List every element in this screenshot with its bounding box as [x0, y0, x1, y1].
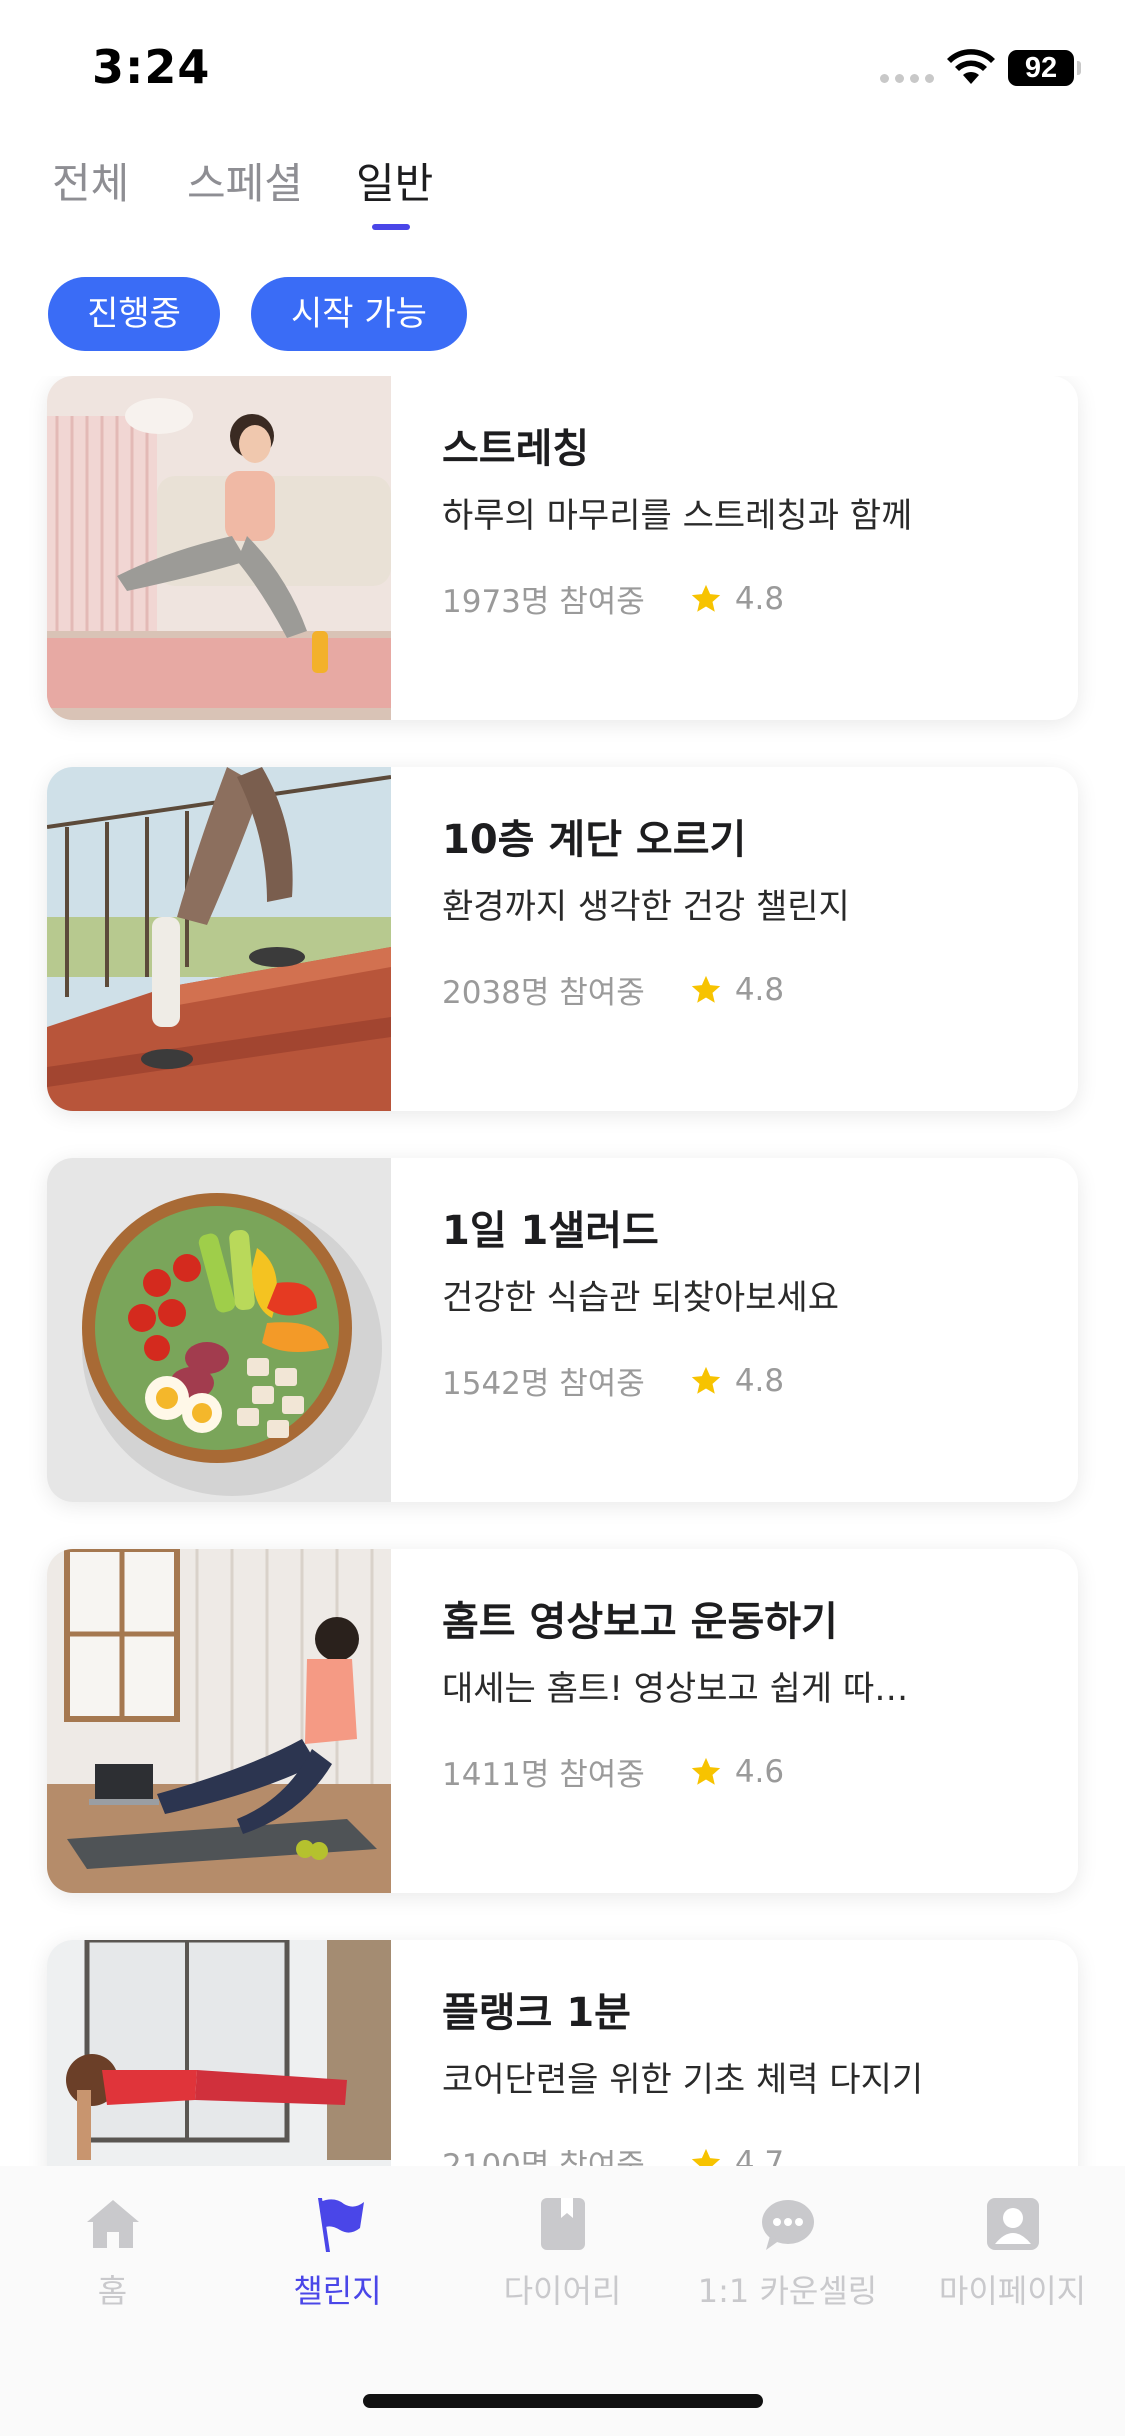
- challenge-meta: 1973명 참여중 4.8: [442, 576, 784, 621]
- flag-icon: [317, 2198, 364, 2252]
- star-icon: [691, 2148, 720, 2166]
- nav-counseling[interactable]: 1:1 카운셀링: [675, 2194, 900, 2312]
- tab-general[interactable]: 일반: [356, 150, 476, 230]
- chat-icon: [761, 2200, 814, 2250]
- tab-all[interactable]: 전체: [52, 150, 187, 230]
- home-icon: [86, 2200, 139, 2248]
- category-tabs: 전체 스페셜 일반: [52, 150, 476, 230]
- rating-value: 4.7: [734, 2144, 785, 2167]
- nav-challenge[interactable]: 챌린지: [225, 2194, 450, 2312]
- nav-diary[interactable]: 다이어리: [450, 2194, 675, 2312]
- nav-home-label: 홈: [97, 2272, 128, 2310]
- nav-home[interactable]: 홈: [0, 2194, 225, 2312]
- battery-icon: 92: [1008, 50, 1074, 86]
- challenge-card[interactable]: 플랭크 1분 코어단련을 위한 기초 체력 다지기 2100명 참여중 4.7: [47, 1940, 1078, 2166]
- salad-photo: [47, 1158, 391, 1502]
- participant-count: 1973명 참여중: [442, 584, 645, 620]
- challenge-subtitle: 코어단련을 위한 기초 체력 다지기: [442, 2060, 924, 2100]
- status-time: 3:24: [92, 40, 211, 94]
- participant-count: 1542명 참여중: [442, 1366, 645, 1402]
- home-indicator: [363, 2394, 763, 2408]
- challenge-title: 홈트 영상보고 운동하기: [442, 1599, 838, 1645]
- challenge-card[interactable]: 스트레칭 하루의 마무리를 스트레칭과 함께 1973명 참여중 4.8: [47, 376, 1078, 720]
- rating-value: 4.6: [734, 1753, 785, 1790]
- status-bar: 3:24 92: [0, 0, 1125, 140]
- nav-mypage[interactable]: 마이페이지: [900, 2194, 1125, 2312]
- diary-icon: [540, 2198, 585, 2250]
- tab-selected-indicator: [372, 224, 410, 230]
- challenge-title: 플랭크 1분: [442, 1990, 631, 2036]
- tab-special[interactable]: 스페셜: [187, 150, 356, 230]
- rating-value: 4.8: [734, 580, 785, 617]
- challenge-subtitle: 대세는 홈트! 영상보고 쉽게 따…: [442, 1669, 909, 1709]
- stretching-photo: [47, 376, 391, 720]
- challenge-meta: 1542명 참여중 4.8: [442, 1358, 784, 1403]
- star-icon: [691, 1366, 720, 1394]
- filter-available-chip[interactable]: 시작 가능: [251, 277, 467, 351]
- nav-diary-label: 다이어리: [503, 2272, 622, 2310]
- challenge-title: 10층 계단 오르기: [442, 817, 747, 863]
- challenge-card[interactable]: 홈트 영상보고 운동하기 대세는 홈트! 영상보고 쉽게 따… 1411명 참여…: [47, 1549, 1078, 1893]
- challenge-subtitle: 하루의 마무리를 스트레칭과 함께: [442, 496, 913, 536]
- challenge-subtitle: 건강한 식습관 되찾아보세요: [442, 1278, 839, 1318]
- nav-challenge-label: 챌린지: [293, 2272, 382, 2310]
- rating-value: 4.8: [734, 971, 785, 1008]
- star-icon: [691, 584, 720, 612]
- star-icon: [691, 1757, 720, 1785]
- participant-count: 1411명 참여중: [442, 1757, 645, 1793]
- challenge-meta: 2038명 참여중 4.8: [442, 967, 784, 1012]
- challenge-meta: 1411명 참여중 4.6: [442, 1749, 784, 1794]
- challenge-title: 1일 1샐러드: [442, 1208, 659, 1254]
- star-icon: [691, 975, 720, 1003]
- filter-chips: 진행중 시작 가능: [48, 277, 467, 351]
- plank-photo: [47, 1940, 391, 2166]
- challenge-card[interactable]: 10층 계단 오르기 환경까지 생각한 건강 챌린지 2038명 참여중 4.8: [47, 767, 1078, 1111]
- home-workout-photo: [47, 1549, 391, 1893]
- battery-tip: [1077, 61, 1081, 75]
- stairs-photo: [47, 767, 391, 1111]
- rating-value: 4.8: [734, 1362, 785, 1399]
- challenge-card[interactable]: 1일 1샐러드 건강한 식습관 되찾아보세요 1542명 참여중 4.8: [47, 1158, 1078, 1502]
- nav-counseling-label: 1:1 카운셀링: [697, 2272, 878, 2310]
- wifi-icon: [947, 49, 995, 84]
- participant-count: 2038명 참여중: [442, 975, 645, 1011]
- participant-count: 2100명 참여중: [442, 2148, 645, 2166]
- challenge-list[interactable]: 스트레칭 하루의 마무리를 스트레칭과 함께 1973명 참여중 4.8 10층…: [0, 376, 1125, 2166]
- challenge-subtitle: 환경까지 생각한 건강 챌린지: [442, 887, 850, 927]
- challenge-meta: 2100명 참여중 4.7: [442, 2140, 784, 2166]
- challenge-title: 스트레칭: [442, 426, 590, 472]
- filter-in-progress-chip[interactable]: 진행중: [48, 277, 220, 351]
- cellular-signal-icon: [880, 74, 934, 83]
- profile-icon: [986, 2198, 1039, 2250]
- nav-mypage-label: 마이페이지: [938, 2272, 1087, 2310]
